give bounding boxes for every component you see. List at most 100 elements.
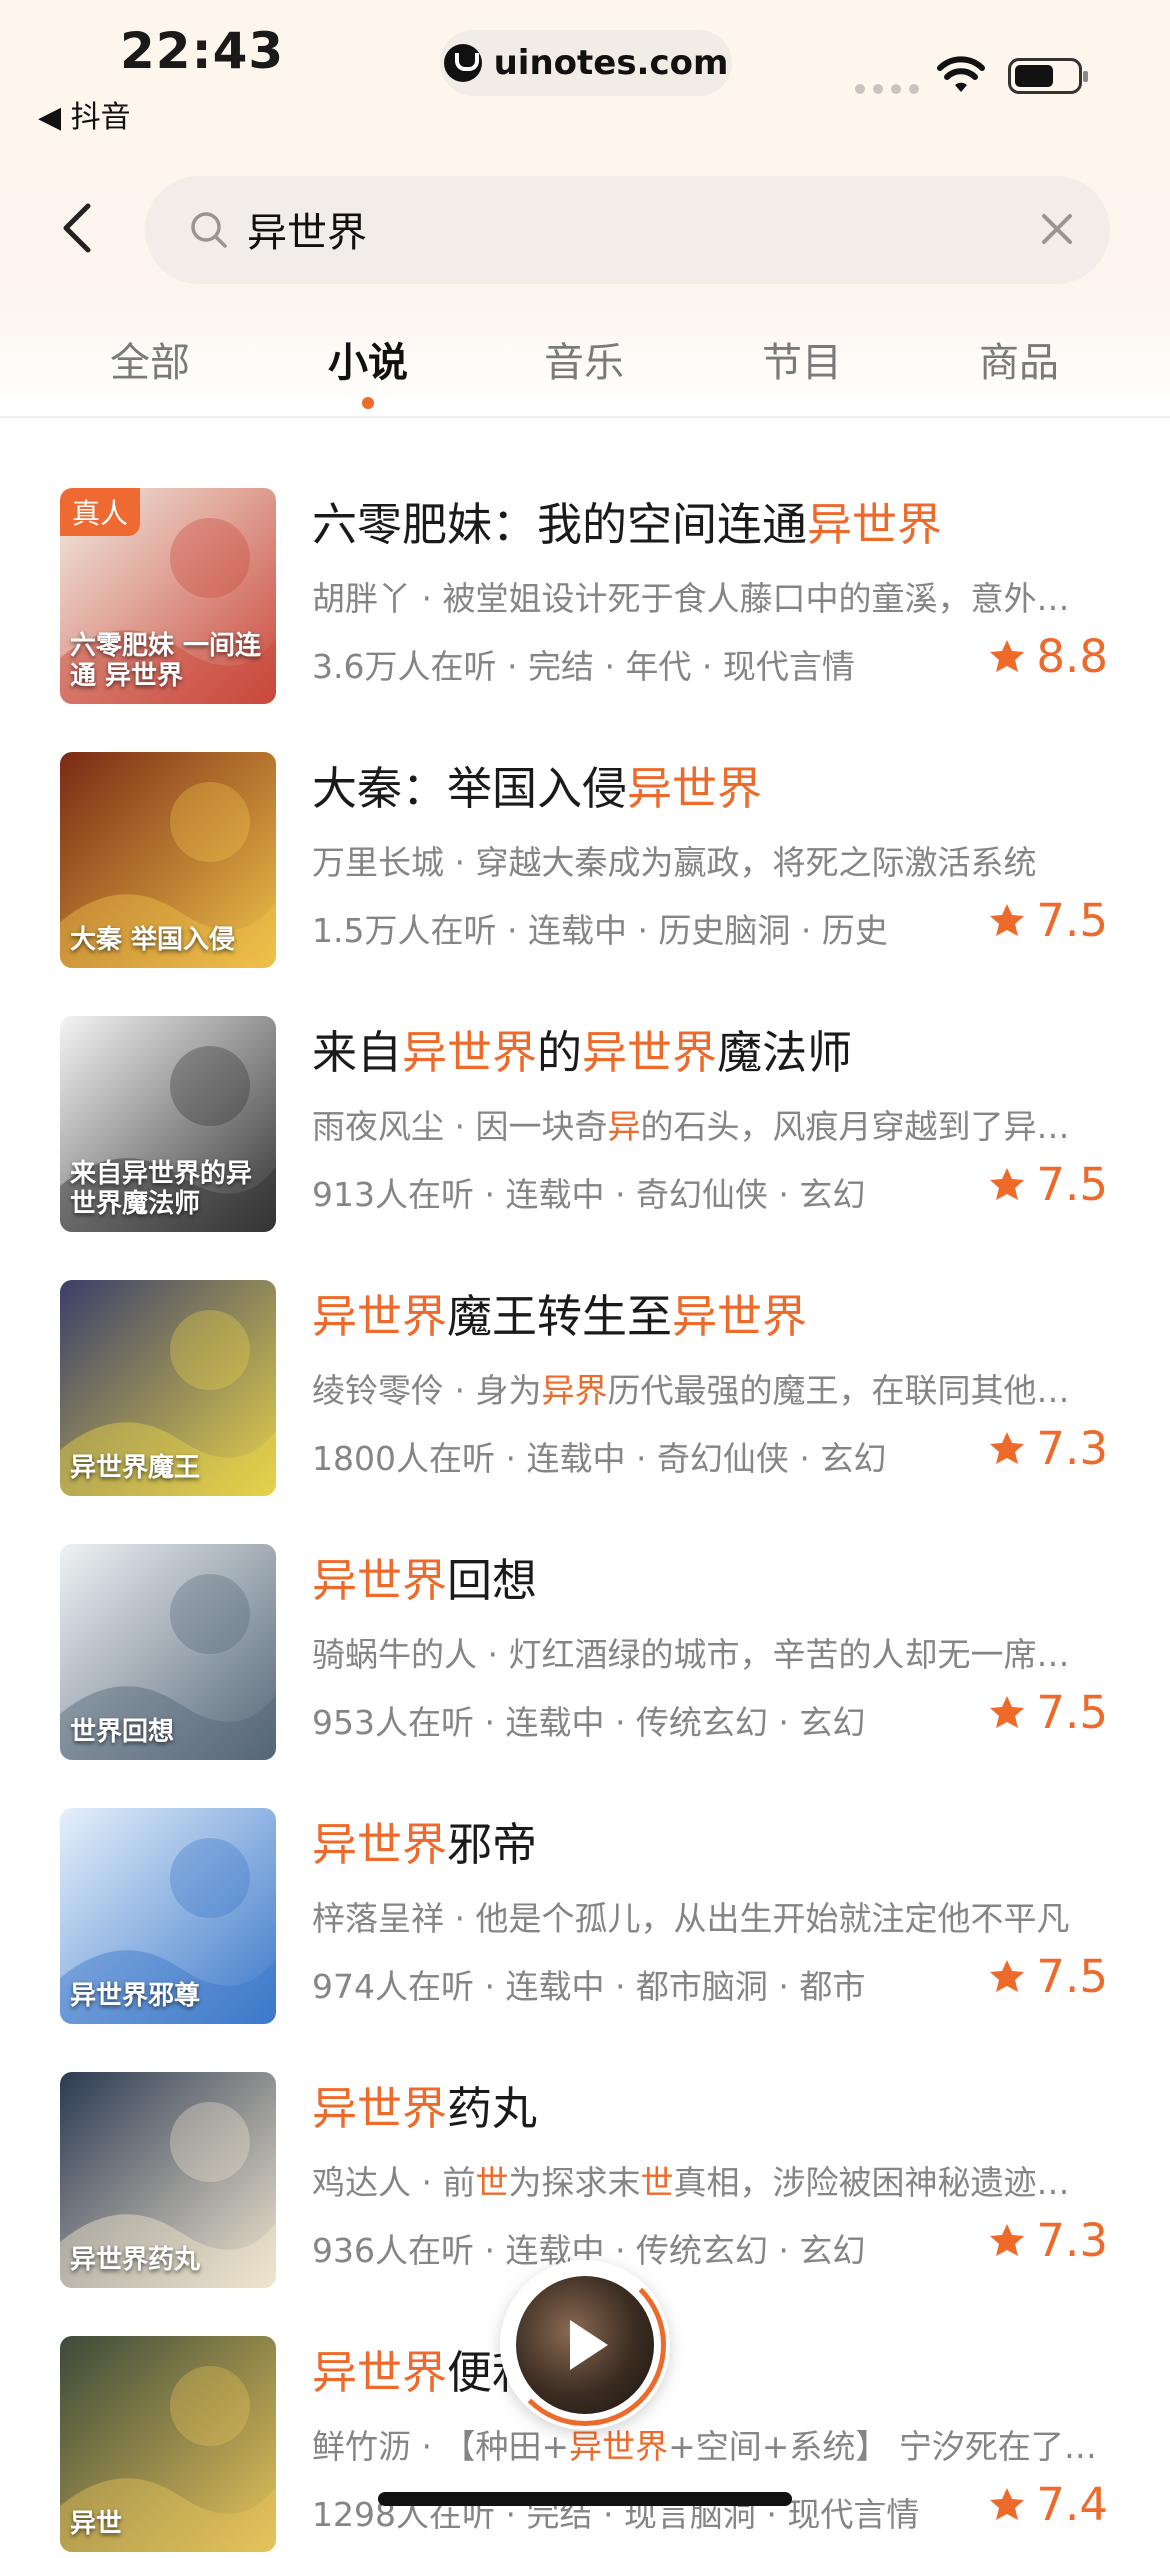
- plain-text: 为探求末: [508, 2163, 641, 2202]
- result-item[interactable]: 大秦 举国入侵 大秦：举国入侵异世界万里长城 · 穿越大秦成为嬴政，将死之际激活系…: [0, 744, 1170, 974]
- plain-text: 回想: [447, 1554, 538, 1607]
- plain-text: 六零肥妹：我的空间连通: [312, 498, 808, 551]
- cover-title-text: 异世: [70, 2509, 123, 2540]
- book-title[interactable]: 大秦：举国入侵异世界: [312, 752, 762, 817]
- result-item[interactable]: 六零肥妹 一间连通 异世界 真人 六零肥妹：我的空间连通异世界胡胖丫 · 被堂姐设计…: [0, 480, 1170, 710]
- result-item[interactable]: 世界回想 异世界回想骑蜗牛的人 · 灯红酒绿的城市，辛苦的人却无一席之地 953人在…: [0, 1536, 1170, 1766]
- book-description: 鸡达人 · 前世为探求末世真相，涉险被困神秘遗迹之中: [312, 2156, 1102, 2204]
- home-indicator: [378, 2492, 792, 2506]
- highlight-text: 异世界: [807, 498, 943, 551]
- status-time: 22:43: [120, 22, 285, 80]
- book-cover[interactable]: 异世界药丸: [60, 2072, 276, 2288]
- result-item[interactable]: 异世界魔王 异世界魔王转生至异世界绫铃零伶 · 身为异界历代最强的魔王，在联同其他…: [0, 1272, 1170, 1502]
- book-description: 梓落呈祥 · 他是个孤儿，从出生开始就注定他不平凡: [312, 1892, 1102, 1940]
- wifi-icon: [937, 56, 985, 92]
- book-cover[interactable]: 异世: [60, 2336, 276, 2552]
- active-tab-indicator: [362, 397, 374, 409]
- result-item[interactable]: 异世界邪尊 异世界邪帝梓落呈祥 · 他是个孤儿，从出生开始就注定他不平凡 974人在…: [0, 1800, 1170, 2030]
- book-meta: 953人在听 · 连载中 · 传统玄幻 · 玄幻: [312, 1703, 866, 1742]
- rating-score: 7.4: [1036, 2478, 1108, 2531]
- plain-text: 的石头，风痕月穿越到了异世界: [640, 1107, 1102, 1146]
- star-icon: [990, 639, 1025, 672]
- book-title[interactable]: 异世界回想: [312, 1544, 537, 1609]
- star-icon: [990, 903, 1025, 936]
- book-description: 绫铃零伶 · 身为异界历代最强的魔王，在联同其他魔王: [312, 1364, 1102, 1412]
- star-icon: [990, 1959, 1025, 1992]
- signal-dots-icon: [855, 84, 919, 94]
- book-meta: 974人在听 · 连载中 · 都市脑洞 · 都市: [312, 1967, 866, 2006]
- book-meta: 913人在听 · 连载中 · 奇幻仙侠 · 玄幻: [312, 1175, 866, 1214]
- book-cover[interactable]: 异世界魔王: [60, 1280, 276, 1496]
- plain-text: 魔法师: [717, 1026, 853, 1079]
- rating-score: 7.3: [1036, 2214, 1108, 2267]
- back-arrow-icon[interactable]: [50, 198, 110, 258]
- highlight-text: 异世界: [312, 1290, 448, 1343]
- clear-icon[interactable]: [1034, 206, 1080, 252]
- book-cover[interactable]: 大秦 举国入侵: [60, 752, 276, 968]
- star-icon: [990, 1431, 1025, 1464]
- highlight-text: 异界: [541, 1371, 608, 1410]
- tab-all[interactable]: 全部: [110, 330, 190, 388]
- plain-text: 绫铃零伶 · 身为: [312, 1371, 542, 1410]
- rating-score: 7.5: [1036, 894, 1108, 947]
- site-logo-icon: [443, 44, 482, 82]
- highlight-text: 世: [640, 2163, 674, 2202]
- plain-text: +空间+系统】 宁汐死在了末世之中: [668, 2427, 1102, 2466]
- plain-text: 真相，涉险被困神秘遗迹之中: [673, 2163, 1102, 2202]
- search-icon: [191, 212, 227, 248]
- book-title[interactable]: 异世界魔王转生至异世界: [312, 1280, 807, 1345]
- rating-score: 7.5: [1036, 1950, 1108, 2003]
- plain-text: 雨夜风尘 · 因一块奇: [312, 1107, 608, 1146]
- book-cover[interactable]: 世界回想: [60, 1544, 276, 1760]
- book-cover[interactable]: 来自异世界的异世界魔法师: [60, 1016, 276, 1232]
- plain-text: 梓落呈祥 · 他是个孤儿，从出生开始就注定他不平凡: [312, 1899, 1070, 1938]
- url-text: uinotes.com: [493, 43, 729, 83]
- url-pill[interactable]: uinotes.com: [440, 30, 732, 96]
- highlight-text: 异世界: [312, 2346, 448, 2399]
- book-description: 胡胖丫 · 被堂姐设计死于食人藤口中的童溪，意外获得空间连通异世界: [312, 572, 1102, 620]
- book-title[interactable]: 来自异世界的异世界魔法师: [312, 1016, 852, 1081]
- play-icon[interactable]: [564, 2316, 612, 2374]
- plain-text: 鲜竹沥 · 【种田+: [312, 2427, 570, 2466]
- book-rating: 7.5: [988, 1950, 1108, 2003]
- plain-text: 万里长城 · 穿越大秦成为嬴政，将死之际激活系统: [312, 843, 1037, 882]
- mini-player[interactable]: [500, 2260, 670, 2430]
- book-title[interactable]: 异世界邪帝: [312, 1808, 537, 1873]
- back-to-app-link[interactable]: ◀ 抖音: [38, 92, 131, 136]
- highlight-text: 异: [607, 1107, 641, 1146]
- battery-icon: [1008, 58, 1088, 94]
- book-rating: 7.5: [988, 1686, 1108, 1739]
- book-rating: 7.3: [988, 1422, 1108, 1475]
- result-item[interactable]: 来自异世界的异世界魔法师 来自异世界的异世界魔法师 雨夜风尘 · 因一块奇异的石头，…: [0, 1008, 1170, 1238]
- tab-goods[interactable]: 商品: [979, 330, 1059, 388]
- search-input[interactable]: 异世界: [145, 176, 1110, 284]
- book-meta: 1800人在听 · 连载中 · 奇幻仙侠 · 玄幻: [312, 1439, 887, 1478]
- highlight-text: 异世界: [312, 1554, 448, 1607]
- cover-title-text: 六零肥妹 一间连通 异世界: [70, 631, 262, 692]
- rating-score: 8.8: [1036, 630, 1108, 683]
- category-tabs: 全部 小说 音乐 节目 商品: [0, 320, 1170, 416]
- book-cover[interactable]: 异世界邪尊: [60, 1808, 276, 2024]
- search-query[interactable]: 异世界: [247, 200, 367, 258]
- cover-title-text: 来自异世界的异世界魔法师: [70, 1159, 253, 1220]
- book-title[interactable]: 异世界药丸: [312, 2072, 537, 2137]
- book-description: 骑蜗牛的人 · 灯红酒绿的城市，辛苦的人却无一席之地: [312, 1628, 1102, 1676]
- book-rating: 7.5: [988, 1158, 1108, 1211]
- tab-novel[interactable]: 小说: [328, 330, 408, 388]
- plain-text: 骑蜗牛的人 · 灯红酒绿的城市，辛苦的人却无一席之地: [312, 1635, 1102, 1674]
- tab-program[interactable]: 节目: [762, 330, 842, 388]
- highlight-text: 异世界: [312, 1818, 448, 1871]
- book-cover[interactable]: 六零肥妹 一间连通 异世界 真人: [60, 488, 276, 704]
- plain-text: 来自: [312, 1026, 403, 1079]
- plain-text: 胡胖丫 · 被堂姐设计死于食人藤口中的童溪，意外获得空间连通异世界: [312, 579, 1102, 618]
- highlight-text: 异世界: [312, 2082, 448, 2135]
- book-meta: 1.5万人在听 · 连载中 · 历史脑洞 · 历史: [312, 911, 888, 950]
- cover-title-text: 世界回想: [70, 1717, 175, 1748]
- plain-text: 历代最强的魔王，在联同其他魔王: [607, 1371, 1102, 1410]
- book-rating: 7.3: [988, 2214, 1108, 2267]
- book-title[interactable]: 六零肥妹：我的空间连通异世界: [312, 488, 942, 553]
- status-bar: 22:43 ◀ 抖音 uinotes.com: [0, 0, 1170, 150]
- star-icon: [990, 1167, 1025, 1200]
- tab-music[interactable]: 音乐: [544, 330, 624, 388]
- plain-text: 鸡达人 · 前: [312, 2163, 476, 2202]
